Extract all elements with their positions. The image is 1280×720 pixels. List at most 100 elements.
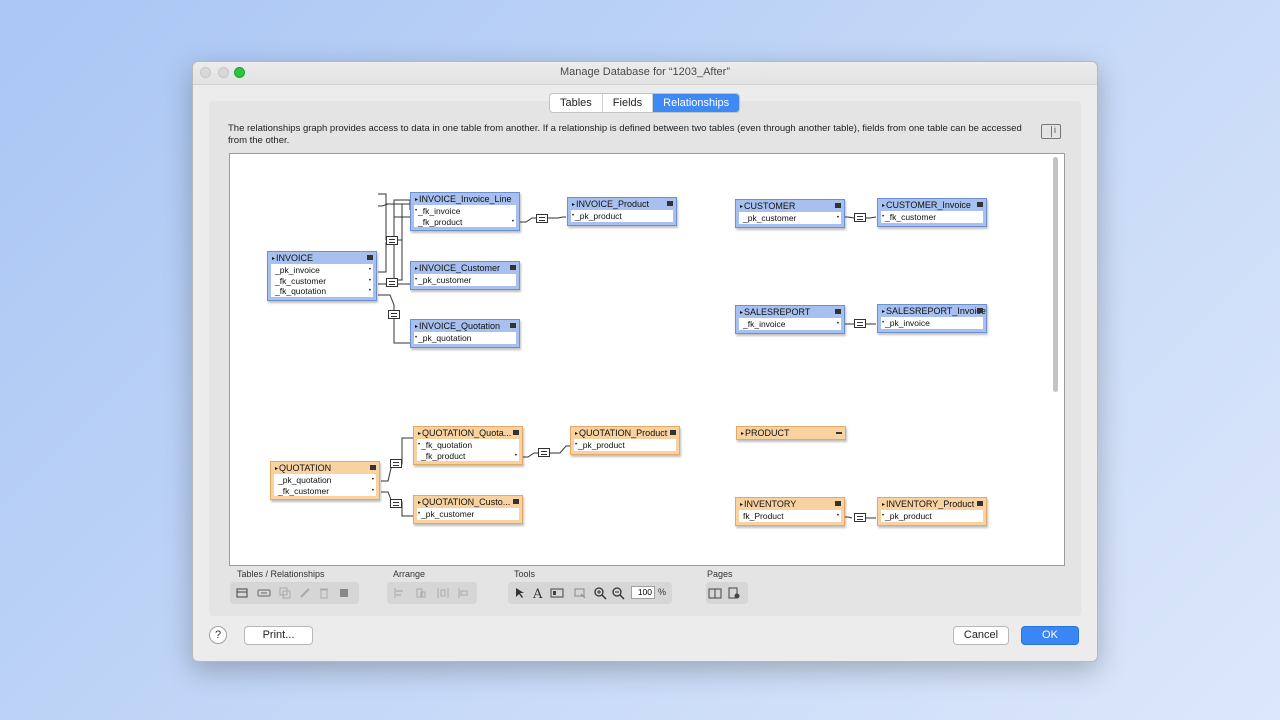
collapse-icon[interactable] [513,499,519,504]
text-tool-icon[interactable]: A [531,586,545,600]
table-occurrence[interactable]: INVOICE_Product _pk_product [567,197,677,226]
field[interactable]: _pk_quotation [414,333,516,344]
field[interactable]: _fk_quotation [417,440,519,451]
relationship-operator[interactable] [854,213,866,222]
field[interactable]: _fk_invoice [414,206,516,217]
edit-icon[interactable] [298,586,312,600]
field[interactable]: _fk_product [414,217,516,228]
table-occurrence[interactable]: QUOTATION_Quota... _fk_quotation _fk_pro… [413,426,523,465]
help-button[interactable]: ? [209,626,227,644]
collapse-icon[interactable] [835,203,841,208]
tab-relationships[interactable]: Relationships [653,94,740,112]
field[interactable]: _pk_product [574,440,676,451]
relationship-operator[interactable] [538,448,550,457]
table-occurrence[interactable]: SALESREPORT _fk_invoice [735,305,845,334]
field[interactable]: _fk_customer [274,486,376,497]
collapse-icon[interactable] [367,255,373,260]
relationship-operator[interactable] [854,319,866,328]
title-bar: Manage Database for “1203_After” [193,62,1097,85]
table-occurrence[interactable]: QUOTATION_Custo... _pk_customer [413,495,523,524]
relationship-operator[interactable] [386,278,398,287]
field[interactable]: _pk_customer [414,275,516,286]
page-setup-icon[interactable] [727,586,741,600]
collapse-icon[interactable] [835,501,841,506]
table-occurrence[interactable]: QUOTATION_Product _pk_product [570,426,680,455]
table-occurrence[interactable]: INVOICE _pk_invoice _fk_customer _fk_quo… [267,251,377,301]
table-name: CUSTOMER [744,201,796,211]
group-label-tools: Tools [514,569,536,579]
table-occurrence[interactable]: PRODUCT [736,426,846,440]
relationship-operator[interactable] [536,214,548,223]
relationship-operator[interactable] [390,459,402,468]
table-occurrence[interactable]: QUOTATION _pk_quotation _fk_customer [270,461,380,500]
duplicate-icon[interactable] [278,586,292,600]
field[interactable]: _fk_quotation [271,286,373,297]
ok-button[interactable]: OK [1021,626,1079,645]
collapse-icon[interactable] [977,308,983,313]
field[interactable]: _pk_invoice [271,265,373,276]
table-name: INVOICE_Product [576,199,650,209]
table-name: INVENTORY_Product [886,499,975,509]
distribute-horizontal-icon[interactable] [436,586,450,600]
page-view-icon[interactable] [708,586,722,600]
field[interactable]: _fk_customer [271,276,373,287]
field[interactable]: fk_Product [739,511,841,522]
align-top-icon[interactable] [414,586,428,600]
collapse-icon[interactable] [370,465,376,470]
table-occurrence[interactable]: INVOICE_Quotation _pk_quotation [410,319,520,348]
cancel-button[interactable]: Cancel [953,626,1009,645]
color-icon[interactable] [337,586,351,600]
group-label-arrange: Arrange [393,569,426,579]
add-relationship-icon[interactable] [257,586,271,600]
print-button[interactable]: Print... [244,626,313,645]
zoom-in-icon[interactable] [593,586,607,600]
field[interactable]: _pk_invoice [881,318,983,329]
field[interactable]: _pk_product [881,511,983,522]
resize-icon[interactable] [457,586,471,600]
table-occurrence[interactable]: INVENTORY fk_Product [735,497,845,526]
table-name: INVOICE_Quotation [419,321,501,331]
table-occurrence[interactable]: INVENTORY_Product _pk_product [877,497,987,526]
relationship-operator[interactable] [390,499,402,508]
table-occurrence[interactable]: SALESREPORT_Invoice _pk_invoice [877,304,987,333]
delete-icon[interactable] [317,586,331,600]
field[interactable]: _pk_customer [417,509,519,520]
info-panel-icon[interactable] [1041,124,1061,139]
collapse-icon[interactable] [977,202,983,207]
table-occurrence[interactable]: INVOICE_Customer _pk_customer [410,261,520,290]
selection-tool-icon[interactable] [513,586,527,600]
toggle-display-icon[interactable] [550,586,564,600]
table-occurrence[interactable]: INVOICE_Invoice_Line _fk_invoice _fk_pro… [410,192,520,231]
group-label-pages: Pages [707,569,733,579]
field[interactable]: _pk_product [571,211,673,222]
field[interactable]: _fk_invoice [739,319,841,330]
collapse-icon[interactable] [667,201,673,206]
tab-fields[interactable]: Fields [603,94,654,112]
table-name: INVENTORY [744,499,797,509]
collapse-icon[interactable] [836,432,842,434]
tab-tables[interactable]: Tables [550,94,603,112]
table-occurrence[interactable]: CUSTOMER _pk_customer [735,199,845,228]
zoom-out-icon[interactable] [611,586,625,600]
collapse-icon[interactable] [670,430,676,435]
field[interactable]: _fk_product [417,451,519,462]
align-left-icon[interactable] [392,586,406,600]
add-table-icon[interactable] [235,586,249,600]
zoom-input[interactable]: 100 [631,586,655,599]
relationships-graph[interactable]: INVOICE _pk_invoice _fk_customer _fk_quo… [229,153,1065,566]
relationship-operator[interactable] [386,236,398,245]
field[interactable]: _pk_quotation [274,475,376,486]
collapse-icon[interactable] [573,586,587,600]
collapse-icon[interactable] [513,430,519,435]
relationship-operator[interactable] [388,310,400,319]
field[interactable]: _pk_customer [739,213,841,224]
table-occurrence[interactable]: CUSTOMER_Invoice _fk_customer [877,198,987,227]
vertical-scrollbar[interactable] [1053,157,1058,392]
collapse-icon[interactable] [510,265,516,270]
field[interactable]: _fk_customer [881,212,983,223]
collapse-icon[interactable] [977,501,983,506]
collapse-icon[interactable] [835,309,841,314]
relationship-operator[interactable] [854,513,866,522]
manage-database-window: Manage Database for “1203_After” Tables … [192,61,1098,662]
collapse-icon[interactable] [510,323,516,328]
